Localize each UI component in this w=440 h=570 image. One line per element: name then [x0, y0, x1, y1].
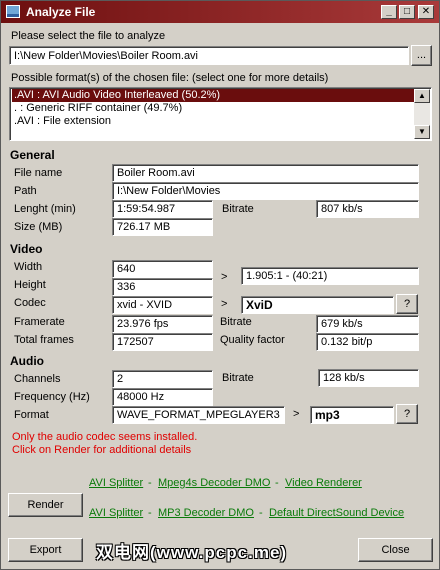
render-button[interactable]: Render	[8, 493, 83, 517]
video-chain-renderer-link[interactable]: Video Renderer	[285, 477, 362, 489]
length-label: Lenght (min)	[14, 203, 76, 215]
video-chain-avi-splitter-link[interactable]: AVI Splitter	[89, 477, 143, 489]
audio-chain-device-link[interactable]: Default DirectSound Device	[269, 507, 404, 519]
general-bitrate-label: Bitrate	[222, 203, 254, 215]
general-bitrate-field: 807 kb/s	[316, 200, 419, 218]
framerate-label: Framerate	[14, 316, 65, 328]
quality-factor-label: Quality factor	[220, 334, 285, 346]
size-label: Size (MB)	[14, 221, 63, 233]
formats-scrollbar[interactable]: ▲ ▼	[414, 89, 430, 139]
close-window-button[interactable]: ✕	[418, 5, 434, 19]
format-arrow: >	[293, 408, 300, 420]
formats-listbox[interactable]: .AVI : AVI Audio Video Interleaved (50.2…	[9, 87, 432, 141]
format-label: Format	[14, 409, 49, 421]
browse-button[interactable]: ...	[411, 45, 432, 66]
frequency-field: 48000 Hz	[112, 388, 213, 406]
app-window-icon	[6, 5, 20, 18]
channels-field: 2	[112, 370, 213, 388]
audio-codec-help-button[interactable]: ?	[396, 404, 418, 424]
aspect-ratio-field: 1.905:1 - (40:21)	[241, 267, 419, 285]
width-label: Width	[14, 261, 43, 273]
close-button[interactable]: Close	[358, 538, 433, 562]
minimize-button[interactable]: _	[381, 5, 397, 19]
maximize-button[interactable]: □	[399, 5, 415, 19]
quality-factor-field: 0.132 bit/p	[316, 333, 419, 351]
video-bitrate-field: 679 kb/s	[316, 315, 419, 333]
height-field: 336	[112, 278, 213, 296]
video-chain-decoder-link[interactable]: Mpeg4s Decoder DMO	[158, 477, 271, 489]
channels-label: Channels	[14, 373, 61, 385]
path-field: I:\New Folder\Movies	[112, 182, 419, 200]
height-label: Height	[14, 279, 46, 291]
codec-label: Codec	[14, 297, 46, 309]
status-line-2: Click on Render for additional details	[12, 444, 192, 456]
audio-chain-decoder-link[interactable]: MP3 Decoder DMO	[158, 507, 254, 519]
file-name-label: File name	[14, 167, 63, 179]
video-chain-separator-2: -	[275, 477, 279, 489]
watermark-text: 双电网(www.pcpc.me)	[96, 543, 288, 562]
scroll-up-arrow-icon[interactable]: ▲	[414, 89, 430, 103]
scroll-down-arrow-icon[interactable]: ▼	[414, 125, 430, 139]
size-field: 726.17 MB	[112, 218, 213, 236]
codec-field: xvid - XVID	[112, 296, 213, 314]
path-label: Path	[14, 185, 37, 197]
video-codec-help-button[interactable]: ?	[396, 294, 418, 314]
codec-arrow: >	[221, 298, 228, 310]
video-codec-name-field: XviD	[241, 296, 394, 314]
total-frames-field: 172507	[112, 333, 213, 351]
length-field: 1:59:54.987	[112, 200, 213, 218]
aspect-arrow: >	[221, 271, 228, 283]
format-item-riff[interactable]: . : Generic RIFF container (49.7%)	[12, 102, 182, 115]
formats-prompt-label: Possible format(s) of the chosen file: (…	[11, 72, 329, 84]
file-path-input[interactable]	[9, 46, 409, 65]
file-prompt-label: Please select the file to analyze	[11, 30, 166, 42]
total-frames-label: Total frames	[14, 334, 74, 346]
audio-format-field: WAVE_FORMAT_MPEGLAYER3	[112, 406, 285, 424]
title-bar: Analyze File _ □ ✕	[1, 1, 439, 23]
audio-chain-separator-1: -	[148, 507, 152, 519]
video-chain-separator-1: -	[148, 477, 152, 489]
general-heading: General	[10, 148, 55, 162]
analyze-file-window: Analyze File _ □ ✕ Please select the fil…	[0, 0, 440, 570]
audio-bitrate-field: 128 kb/s	[318, 369, 419, 387]
status-line-1: Only the audio codec seems installed.	[12, 431, 198, 443]
frequency-label: Frequency (Hz)	[14, 391, 90, 403]
audio-codec-name-field: mp3	[310, 406, 394, 424]
framerate-field: 23.976 fps	[112, 315, 213, 333]
video-heading: Video	[10, 242, 43, 256]
format-item-avi-selected[interactable]: .AVI : AVI Audio Video Interleaved (50.2…	[12, 89, 414, 102]
audio-bitrate-label: Bitrate	[222, 372, 254, 384]
audio-chain-avi-splitter-link[interactable]: AVI Splitter	[89, 507, 143, 519]
window-title: Analyze File	[26, 5, 96, 19]
audio-heading: Audio	[10, 354, 44, 368]
format-item-extension[interactable]: .AVI : File extension	[12, 115, 111, 128]
export-button[interactable]: Export	[8, 538, 83, 562]
video-bitrate-label: Bitrate	[220, 316, 252, 328]
file-name-field: Boiler Room.avi	[112, 164, 419, 182]
width-field: 640	[112, 260, 213, 278]
audio-chain-separator-2: -	[259, 507, 263, 519]
